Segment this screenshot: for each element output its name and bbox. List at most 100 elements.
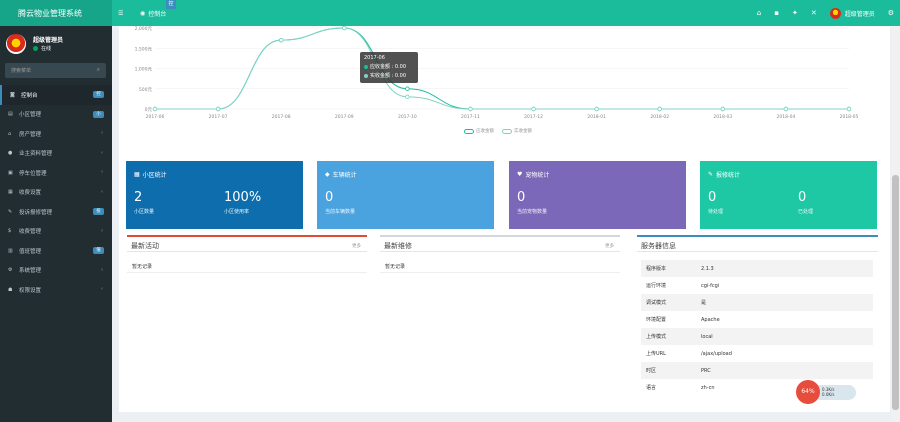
server-key: 上传URL (646, 351, 666, 357)
stat-value: 0 (708, 190, 717, 205)
server-value: PRC (701, 367, 711, 374)
sidebar-item-complaint[interactable]: ✎ 投诉报修管理 投 (0, 202, 112, 222)
stat-title-text: 小区统计 (142, 172, 167, 179)
data-point (278, 37, 284, 43)
more-link[interactable]: 更多 (605, 243, 614, 249)
tooltip-row: 实收金额 : 0.00 (364, 72, 414, 79)
x-tick-label: 2017-10 (398, 114, 417, 120)
gear-icon[interactable]: ⚙ (888, 9, 894, 17)
lock-icon[interactable]: ✦ (792, 9, 798, 17)
server-value: /ajax/upload (701, 350, 732, 357)
sidebar-item-fee[interactable]: $ 收费管理 ‹ (0, 222, 112, 242)
sidebar-item-property[interactable]: ⌂ 房产管理 ‹ (0, 124, 112, 144)
empty-text: 暂无记录 (132, 264, 153, 270)
repair-panel: 最新维修 更多 暂无记录 (380, 235, 620, 395)
sidebar-item-fee-settings[interactable]: ▦ 收费设置 ‹ (0, 183, 112, 203)
legend-item[interactable]: 实收金额 (502, 128, 532, 134)
sidebar-item-dashboard[interactable]: ◙ 控制台 控 (0, 85, 112, 105)
stat-card-vehicle[interactable]: ◆ 车辆统计 0 当前车辆数量 (317, 161, 494, 229)
sidebar-item-label: 系统管理 (19, 268, 42, 275)
panel-header: 最新维修 更多 (380, 235, 620, 252)
search-icon[interactable]: ⌕ (97, 66, 100, 74)
data-point (783, 106, 789, 112)
server-row: 运行环境 cgi-fcgi (641, 277, 873, 294)
x-tick-label: 2018-05 (840, 114, 859, 120)
stat-title-text: 报修统计 (716, 172, 741, 179)
sidebar-item-label: 小区管理 (19, 112, 42, 119)
stat-value: 0 (798, 190, 807, 205)
brand[interactable]: 腾云物业管理系统 (0, 0, 112, 26)
expand-icon[interactable]: ✕ (811, 9, 817, 17)
y-tick-label: 500元 (139, 87, 153, 93)
legend-item[interactable]: 应收金额 (464, 128, 494, 134)
stat-label: 已处理 (798, 209, 814, 215)
menu-toggle-icon[interactable]: ☰ (118, 10, 123, 17)
stat-card-repair[interactable]: ✎ 报修统计 0 待处理 0 已处理 (700, 161, 877, 229)
server-key: 调试模式 (646, 300, 667, 306)
chart-legend: 应收金额 实收金额 (464, 128, 532, 134)
panel-title: 服务器信息 (641, 242, 676, 250)
tooltip-value: 应收金额 : 0.00 (370, 64, 406, 70)
data-point (342, 26, 347, 31)
search-input[interactable]: 搜索菜单 ⌕ (5, 63, 106, 78)
users-icon: ☗ (8, 286, 13, 293)
sidebar-item-parking[interactable]: ▣ 停车位管理 ‹ (0, 163, 112, 183)
home-icon[interactable]: ⌂ (757, 9, 761, 17)
data-point (152, 106, 158, 112)
divider (380, 272, 620, 273)
memory-percent[interactable]: 64% (796, 380, 820, 404)
y-tick-label: 1,000元 (135, 67, 153, 73)
list-icon: ▤ (8, 111, 13, 118)
server-key: 时区 (646, 368, 657, 374)
server-value: 2.1.3 (701, 265, 714, 272)
user-name[interactable]: 超级管理员 (845, 9, 875, 18)
tab-home[interactable]: ☰ (118, 6, 123, 20)
server-row: 调试模式 是 (641, 294, 873, 311)
server-row: 环境配置 Apache (641, 311, 873, 328)
trash-icon[interactable]: ▪ (774, 9, 779, 17)
sidebar-badge: 小 (93, 110, 104, 118)
stat-col: 2 小区数量 (134, 190, 224, 215)
chevron-left-icon: ‹ (101, 149, 103, 156)
panel-header: 最新活动 更多 (127, 235, 367, 252)
chevron-left-icon: ‹ (101, 286, 103, 292)
x-tick-label: 2017-12 (524, 114, 543, 120)
x-tick-label: 2018-04 (777, 114, 796, 120)
stat-card-pet[interactable]: ♥ 宠物统计 0 当前宠物数量 (509, 161, 686, 229)
sidebar-item-community[interactable]: ▤ 小区管理 小 (0, 105, 112, 125)
stat-label: 小区使用率 (224, 209, 250, 215)
legend-marker-icon (464, 128, 474, 134)
server-value: local (701, 333, 713, 340)
network-widget[interactable]: 0.3K/s 0.0K/s 64% (796, 380, 858, 404)
sidebar-item-duty[interactable]: ▥ 值班管理 值 (0, 241, 112, 261)
sidebar-item-label: 收费管理 (19, 229, 42, 236)
stat-values: 2 小区数量 100% 小区使用率 (134, 190, 314, 215)
data-point (405, 94, 410, 100)
stat-card-community[interactable]: ▦ 小区统计 2 小区数量 100% 小区使用率 (126, 161, 303, 229)
chevron-left-icon: ‹ (101, 188, 103, 195)
chevron-left-icon: ‹ (101, 266, 103, 273)
sidebar-item-label: 业主资料管理 (19, 151, 53, 158)
tab-dashboard[interactable]: ◉ 控制台 (140, 6, 166, 20)
data-point (594, 106, 599, 112)
sidebar-badge: 控 (93, 91, 104, 98)
sidebar-item-system[interactable]: ⚙ 系统管理 ‹ (0, 261, 112, 281)
scrollbar-thumb[interactable] (892, 175, 899, 410)
y-tick-label: 1,500元 (135, 46, 153, 52)
sidebar-item-owner[interactable]: ● 业主资料管理 ‹ (0, 144, 112, 164)
dollar-icon: $ (8, 228, 12, 235)
panel-title: 最新活动 (131, 242, 159, 250)
server-row: 程序版本 2.1.3 (641, 260, 873, 277)
car-icon: ◆ (325, 171, 330, 178)
server-value: zh-cn (701, 384, 715, 391)
chart-tooltip: 2017-06 应收金额 : 0.00 实收金额 : 0.00 (360, 52, 418, 83)
data-point (405, 86, 410, 91)
sidebar-item-permission[interactable]: ☗ 权限设置 ‹ (0, 280, 112, 300)
main-content: 0元 500元 1,000元 1,500元 2,000元 2017-06 2017-07 20… (119, 26, 890, 412)
y-tick-label: 0元 (145, 107, 153, 113)
stat-title: ✎ 报修统计 (708, 170, 740, 179)
data-point (657, 106, 662, 112)
user-avatar[interactable] (829, 7, 841, 19)
avatar (6, 34, 26, 54)
more-link[interactable]: 更多 (352, 243, 361, 249)
